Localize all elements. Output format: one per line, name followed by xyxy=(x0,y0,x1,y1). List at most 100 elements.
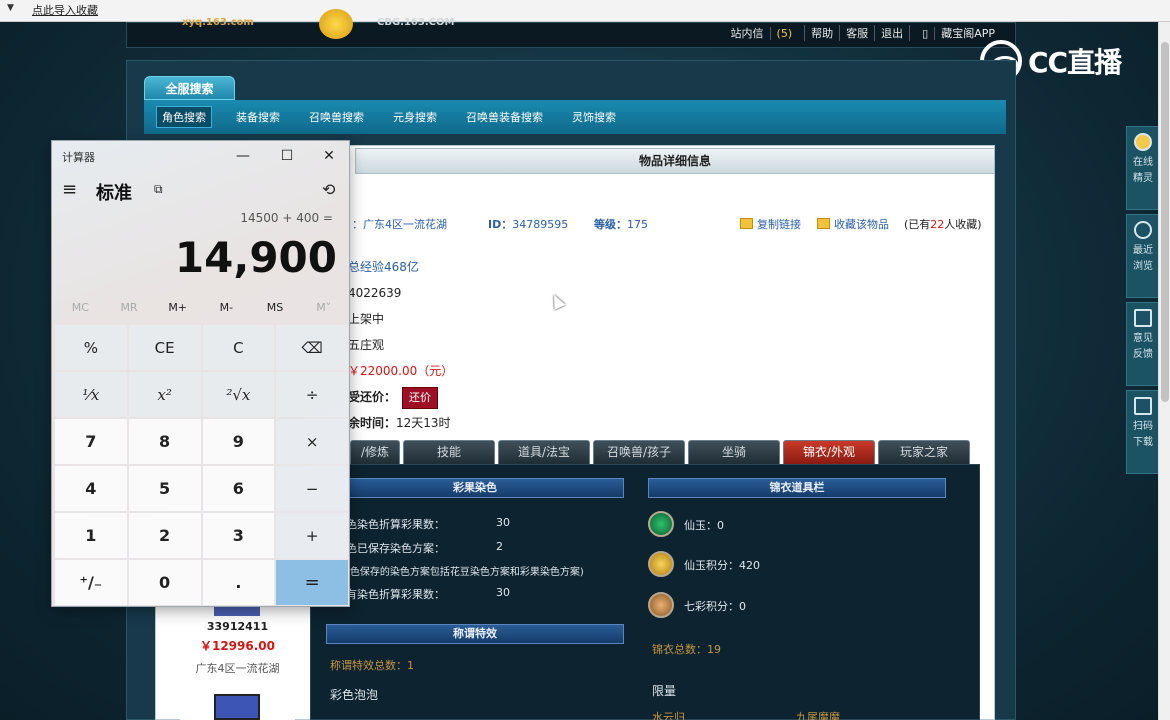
wardrobe-section-title: 锦衣道具栏 xyxy=(648,478,946,498)
dye-row-1-value: 30 xyxy=(496,516,510,529)
tab-mounts[interactable]: 坐骑 xyxy=(688,440,780,464)
nav-app[interactable]: ▯ 藏宝阁APP xyxy=(909,25,1007,41)
nav-logout[interactable]: 退出 xyxy=(874,25,909,41)
clear-entry-key[interactable]: CE xyxy=(128,325,201,370)
close-button[interactable]: ✕ xyxy=(314,145,344,167)
digit-7-key[interactable]: 7 xyxy=(55,419,127,464)
qicai-points-icon xyxy=(648,592,674,618)
item-level: 等级：175 xyxy=(594,216,648,232)
xianyu-points-icon xyxy=(648,551,674,577)
history-icon[interactable]: ⟲ xyxy=(322,180,335,199)
item-attributes: 总经验468亿 4022639 上架中 五庄观 ￥22000.00（元） 受还价… xyxy=(348,254,453,436)
ms-button[interactable]: MS xyxy=(251,301,300,317)
listing-avatar[interactable] xyxy=(214,694,260,720)
wardrobe-limited: 限量 xyxy=(652,684,677,698)
m-minus-button[interactable]: M- xyxy=(202,301,251,317)
subtab-yuanshen-search[interactable]: 元身搜索 xyxy=(388,107,442,127)
calculator-window: 计算器 — ☐ ✕ ≡ 标准 ⧉ ⟲ 14500 + 400 = 14,900 … xyxy=(51,140,350,607)
subtract-key[interactable]: − xyxy=(276,466,348,511)
square-key[interactable]: x² xyxy=(128,372,201,417)
percent-key[interactable]: % xyxy=(55,325,127,370)
calculator-titlebar[interactable]: 计算器 — ☐ ✕ xyxy=(52,141,349,171)
tab-cultivation[interactable]: /修炼 xyxy=(350,440,400,464)
subtab-role-search[interactable]: 角色搜索 xyxy=(156,106,212,128)
equals-key[interactable]: = xyxy=(276,560,348,605)
calculator-title: 计算器 xyxy=(62,151,95,164)
item-total-exp: 总经验468亿 xyxy=(348,260,419,274)
recent-browse-label-2: 浏览 xyxy=(1133,261,1153,272)
xianyu-icon xyxy=(648,511,674,537)
subtab-lingshi-search[interactable]: 灵饰搜索 xyxy=(567,107,621,127)
fav-count-prefix: (已有 xyxy=(904,218,931,231)
clear-key[interactable]: C xyxy=(202,325,275,370)
subtab-equipment-search[interactable]: 装备搜索 xyxy=(231,107,285,127)
digit-3-key[interactable]: 3 xyxy=(202,513,275,558)
dropdown-arrow-icon[interactable]: ▼ xyxy=(7,3,14,13)
favorite-count: (已有22人收藏) xyxy=(904,216,982,232)
maximize-button[interactable]: ☐ xyxy=(272,145,302,167)
minimize-button[interactable]: — xyxy=(228,145,258,167)
haggle-button[interactable]: 还价 xyxy=(402,387,439,409)
sqrt-key[interactable]: ²√x xyxy=(202,372,275,417)
backspace-key[interactable]: ⌫ xyxy=(276,325,348,370)
tab-all-server-search[interactable]: 全服搜索 xyxy=(144,76,235,100)
favorite-button[interactable]: 收藏该物品 xyxy=(817,216,889,232)
recent-browse-button[interactable]: 最近 浏览 xyxy=(1126,214,1160,298)
item-haggle: 受还价： 还价 xyxy=(348,384,453,410)
menu-icon[interactable]: ≡ xyxy=(62,179,77,200)
digit-0-key[interactable]: 0 xyxy=(128,560,201,605)
reciprocal-key[interactable]: ¹⁄x xyxy=(55,372,127,417)
scan-icon xyxy=(1134,397,1152,415)
right-float-toolbar: 在线 精灵 最近 浏览 意见 反馈 扫码 下载 xyxy=(1126,126,1160,476)
bookmark-import-link[interactable]: 点此导入收藏 xyxy=(32,2,98,18)
memory-list-button[interactable]: M˅ xyxy=(299,301,348,317)
header-nav: 站内信 (5) 帮助 客服 退出 ▯ 藏宝阁APP xyxy=(719,25,1007,41)
xianyu-count: 仙玉：0 xyxy=(684,519,724,532)
digit-8-key[interactable]: 8 xyxy=(128,419,201,464)
tab-items[interactable]: 道具/法宝 xyxy=(498,440,590,464)
digit-2-key[interactable]: 2 xyxy=(128,513,201,558)
keep-on-top-icon[interactable]: ⧉ xyxy=(154,182,163,197)
title-effect-section-title: 称谓特效 xyxy=(326,624,624,644)
digit-4-key[interactable]: 4 xyxy=(55,466,127,511)
assistant-icon xyxy=(1134,133,1152,151)
tab-summons[interactable]: 召唤兽/孩子 xyxy=(593,440,685,464)
digit-6-key[interactable]: 6 xyxy=(202,466,275,511)
add-key[interactable]: + xyxy=(276,513,348,558)
scrollbar-thumb[interactable] xyxy=(1161,42,1169,402)
decimal-key[interactable]: . xyxy=(202,560,275,605)
nav-messages[interactable]: 站内信 (5) xyxy=(719,25,805,41)
browser-scrollbar[interactable] xyxy=(1158,22,1170,720)
divide-key[interactable]: ÷ xyxy=(276,372,348,417)
digit-9-key[interactable]: 9 xyxy=(202,419,275,464)
site-logo[interactable]: xyq.163.com xyxy=(182,17,254,28)
item-time-left: 余时间：12天13时 xyxy=(348,410,453,436)
dye-note: (色保存的染色方案包括花豆染色方案和彩果染色方案) xyxy=(346,567,584,578)
nav-service[interactable]: 客服 xyxy=(839,25,874,41)
copy-link-label: 复制链接 xyxy=(757,218,801,231)
subtab-summon-equipment-search[interactable]: 召唤兽装备搜索 xyxy=(461,107,548,127)
digit-1-key[interactable]: 1 xyxy=(55,513,127,558)
tab-wardrobe[interactable]: 锦衣/外观 xyxy=(783,440,875,464)
calculator-mode: 标准 xyxy=(96,183,132,204)
negate-key[interactable]: ⁺/₋ xyxy=(55,560,127,605)
title-effect-total: 称谓特效总数：1 xyxy=(330,659,414,672)
tab-skills[interactable]: 技能 xyxy=(403,440,495,464)
scan-download-button[interactable]: 扫码 下载 xyxy=(1126,390,1160,474)
logo-emblem-icon xyxy=(319,9,353,39)
mr-button[interactable]: MR xyxy=(105,301,154,317)
wardrobe-total: 锦衣总数：19 xyxy=(652,643,721,656)
digit-5-key[interactable]: 5 xyxy=(128,466,201,511)
similar-listing-card[interactable]: 33912411 ￥12996.00 广东4区一流花湖 xyxy=(180,600,295,720)
tab-player-home[interactable]: 玩家之家 xyxy=(878,440,970,464)
online-assistant-button[interactable]: 在线 精灵 xyxy=(1126,126,1160,210)
multiply-key[interactable]: × xyxy=(276,419,348,464)
subtab-summon-search[interactable]: 召唤兽搜索 xyxy=(304,107,369,127)
copy-link-button[interactable]: 复制链接 xyxy=(740,216,801,232)
mc-button[interactable]: MC xyxy=(56,301,105,317)
m-plus-button[interactable]: M+ xyxy=(153,301,202,317)
nav-help[interactable]: 帮助 xyxy=(804,25,839,41)
item-id: ID：34789595 xyxy=(488,216,568,232)
title-effect-item: 彩色泡泡 xyxy=(330,688,379,702)
feedback-button[interactable]: 意见 反馈 xyxy=(1126,302,1160,386)
